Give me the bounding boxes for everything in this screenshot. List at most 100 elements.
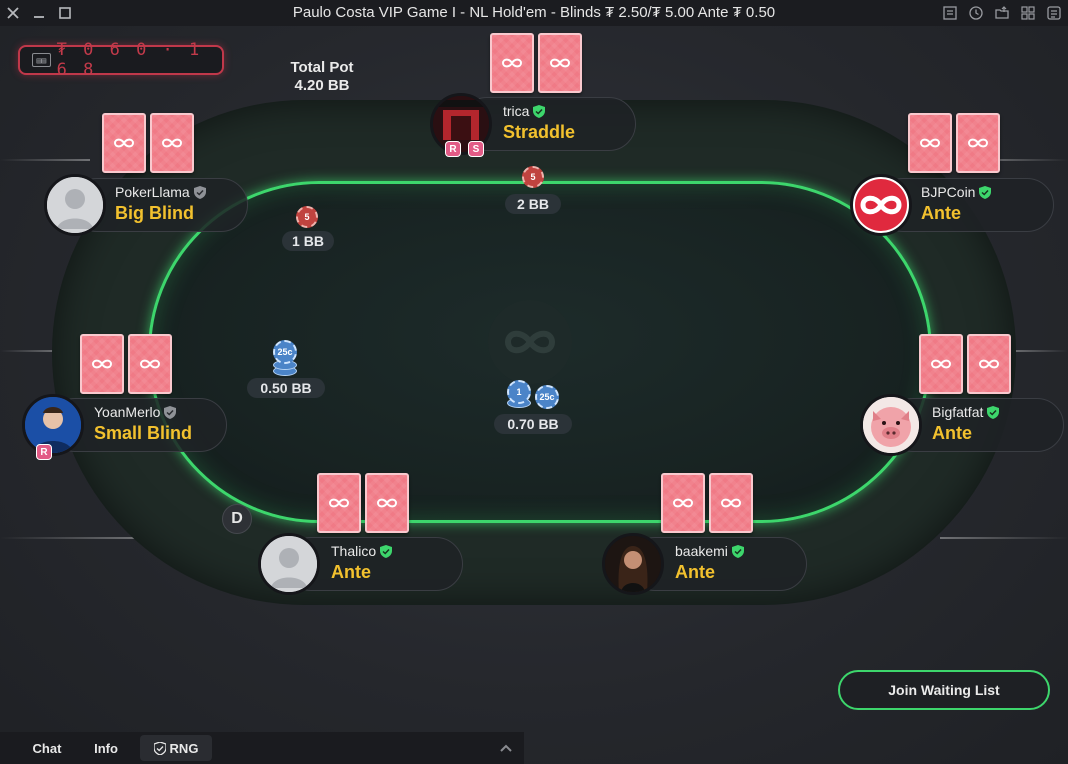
card-back-baakemi-2	[709, 473, 753, 533]
card-back-bigfatfat-1	[919, 334, 963, 394]
left-light-line	[0, 159, 90, 161]
card-logo-icon	[930, 359, 952, 369]
chip-25c: 25c	[535, 385, 559, 409]
player-photo-icon	[605, 536, 661, 592]
player-status: Ante	[675, 562, 715, 582]
card-logo-icon	[978, 359, 1000, 369]
bet-yoanmerlo: 0.50 BB	[247, 378, 325, 398]
unverified-shield-icon	[193, 185, 206, 199]
list-icon	[943, 6, 957, 20]
close-window-button[interactable]	[2, 2, 24, 24]
player-status: Straddle	[503, 122, 576, 142]
card-logo-icon	[113, 138, 135, 148]
shield-icon	[153, 741, 166, 755]
tables-icon	[1047, 6, 1061, 20]
layout-button[interactable]	[1018, 2, 1038, 24]
player-status: Big Blind	[115, 203, 194, 223]
avatar-baakemi	[602, 533, 664, 595]
table-settings-button[interactable]	[1044, 2, 1064, 24]
card-back-baakemi-1	[661, 473, 705, 533]
default-avatar-icon	[261, 536, 317, 592]
player-status: Small Blind	[94, 423, 193, 443]
verified-shield-icon	[987, 405, 1000, 419]
card-back-bigfatfat-2	[967, 334, 1011, 394]
close-icon	[7, 7, 19, 19]
player-photo-icon	[25, 397, 81, 453]
logo-icon	[504, 330, 556, 354]
avatar-thalico	[258, 533, 320, 595]
card-back-trica-2	[538, 33, 582, 93]
player-status: Ante	[331, 562, 371, 582]
title-bar-tools	[940, 2, 1064, 24]
clock-history-icon	[969, 6, 983, 20]
player-name: trica	[503, 103, 546, 119]
total-pot: Total Pot 4.20 BB	[270, 59, 374, 95]
card-back-pokerllama-2	[150, 113, 194, 173]
card-logo-icon	[919, 138, 941, 148]
badge-r: R	[36, 444, 52, 460]
tab-info[interactable]: Info	[94, 732, 118, 764]
export-button[interactable]	[992, 2, 1012, 24]
card-back-bjpcoin-2	[956, 113, 1000, 173]
chip-1: 1	[507, 380, 531, 404]
history-button[interactable]	[966, 2, 986, 24]
card-back-thalico-1	[317, 473, 361, 533]
bottom-bar: Chat Info RNG	[0, 732, 524, 764]
window-title: Paulo Costa VIP Game I - NL Hold'em - Bl…	[292, 4, 776, 21]
tab-rng-label: RNG	[169, 740, 199, 756]
avatar-pokerllama	[44, 174, 106, 236]
poker-table-window: Paulo Costa VIP Game I - NL Hold'em - Bl…	[0, 0, 1068, 764]
player-status: Ante	[932, 423, 972, 443]
table-logo	[488, 300, 572, 384]
card-back-pokerllama-1	[102, 113, 146, 173]
player-name: BJPCoin	[921, 184, 992, 200]
minimize-window-button[interactable]	[28, 2, 50, 24]
player-name: baakemi	[675, 543, 744, 559]
verified-shield-icon	[979, 185, 992, 199]
verified-shield-icon	[731, 544, 744, 558]
bet-trica: 2 BB	[505, 194, 561, 214]
card-logo-icon	[328, 498, 350, 508]
player-name-text: Thalico	[331, 543, 377, 559]
card-back-bjpcoin-1	[908, 113, 952, 173]
card-back-thalico-2	[365, 473, 409, 533]
player-name: Bigfatfat	[932, 404, 1000, 420]
total-pot-label: Total Pot	[290, 59, 354, 76]
seat-baakemi[interactable]: baakemi Ante	[602, 533, 807, 595]
seat-bjpcoin[interactable]: BJPCoin Ante	[850, 174, 1054, 236]
card-logo-icon	[91, 359, 113, 369]
tab-rng[interactable]: RNG	[140, 735, 212, 761]
card-logo-icon	[967, 138, 989, 148]
bet-pokerllama: 1 BB	[282, 231, 334, 251]
seat-trica[interactable]: R S trica Straddle	[430, 93, 636, 157]
chevron-up-icon	[500, 744, 512, 752]
badge-s: S	[468, 141, 484, 157]
join-waiting-list-button[interactable]: Join Waiting List	[838, 670, 1050, 710]
chip-5: 5	[522, 166, 544, 188]
player-name: PokerLlama	[115, 184, 206, 200]
player-status: Ante	[921, 203, 961, 223]
card-logo-icon	[161, 138, 183, 148]
hand-history-button[interactable]	[940, 2, 960, 24]
verified-shield-icon	[380, 544, 393, 558]
card-back-yoanmerlo-1	[80, 334, 124, 394]
expand-panel-button[interactable]	[498, 740, 514, 756]
tab-chat[interactable]: Chat	[0, 732, 94, 764]
player-name-text: Bigfatfat	[932, 404, 984, 420]
verified-shield-icon	[533, 104, 546, 118]
seat-pokerllama[interactable]: PokerLlama Big Blind	[44, 174, 248, 236]
seat-thalico[interactable]: Thalico Ante	[258, 533, 463, 595]
player-name: YoanMerlo	[94, 404, 177, 420]
card-logo-icon	[720, 498, 742, 508]
player-name-text: baakemi	[675, 543, 728, 559]
chip-25c: 25c	[273, 340, 297, 364]
grid-icon	[1021, 6, 1035, 20]
card-logo-icon	[549, 58, 571, 68]
seat-yoanmerlo[interactable]: R YoanMerlo Small Blind	[22, 394, 227, 460]
pig-avatar-icon	[863, 397, 919, 453]
avatar-yoanmerlo	[22, 394, 84, 456]
card-logo-icon	[376, 498, 398, 508]
seat-bigfatfat[interactable]: Bigfatfat Ante	[860, 394, 1064, 456]
maximize-window-button[interactable]	[54, 2, 76, 24]
card-back-yoanmerlo-2	[128, 334, 172, 394]
